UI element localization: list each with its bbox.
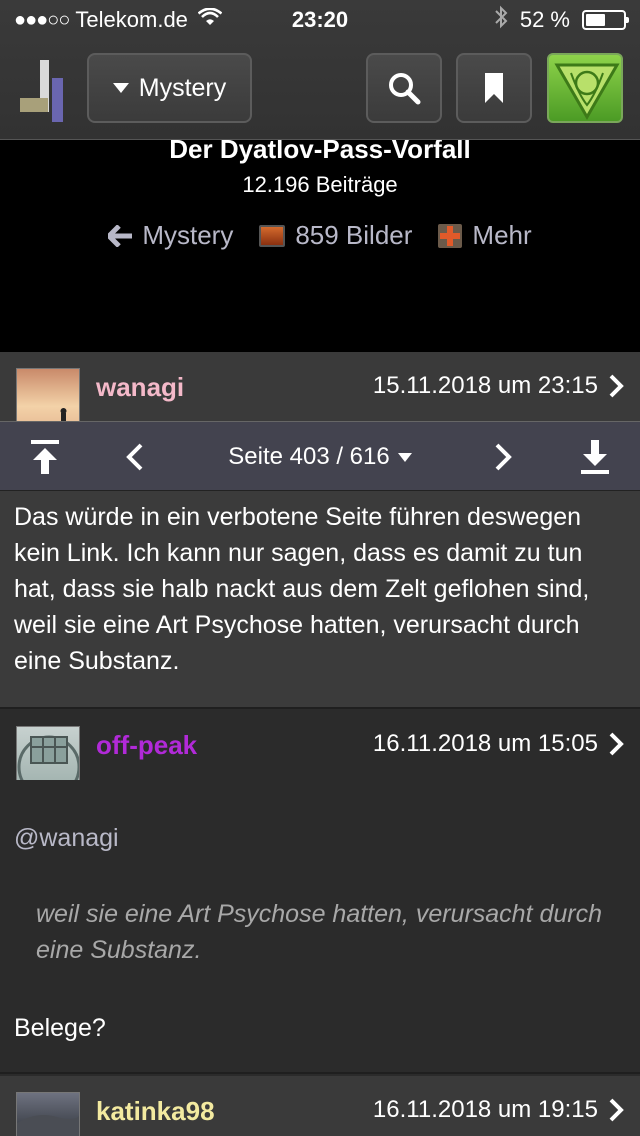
post-date: 16.11.2018 um 15:05 — [372, 730, 598, 757]
pagination-bar: Seite 403 / 616 — [0, 421, 640, 491]
previous-page-button[interactable] — [100, 422, 170, 492]
user-mention-link[interactable]: @wanagi — [14, 820, 119, 856]
arrow-down-to-bottom-icon — [581, 440, 609, 474]
post-header[interactable]: katinka98 16.11.2018 um 19:15 — [0, 1076, 640, 1136]
post-header[interactable]: off-peak 16.11.2018 um 15:05 — [0, 710, 640, 790]
chevron-right-icon[interactable] — [606, 1098, 626, 1122]
chevron-right-icon[interactable] — [606, 732, 626, 756]
bookmark-button[interactable] — [456, 53, 532, 123]
quote-text: weil sie eine Art Psychose hatten, verur… — [36, 900, 603, 964]
chevron-right-icon[interactable] — [606, 374, 626, 398]
post-header[interactable]: wanagi 15.11.2018 um 23:15 — [0, 352, 640, 432]
back-to-forum-link[interactable]: Mystery — [108, 220, 233, 251]
caret-down-icon — [397, 452, 412, 462]
post-date: 16.11.2018 um 19:15 — [372, 1096, 598, 1123]
forum-emblem-icon[interactable] — [547, 53, 623, 123]
next-page-button[interactable] — [468, 422, 538, 492]
plus-icon — [438, 223, 463, 248]
more-link-label: Mehr — [472, 220, 532, 250]
post-text: Belege? — [14, 1014, 106, 1042]
search-button[interactable] — [366, 53, 442, 123]
battery-fill — [586, 14, 605, 26]
carrier-name: Telekom.de — [75, 7, 188, 32]
back-link-label: Mystery — [142, 220, 234, 250]
scroll-top-button[interactable] — [10, 422, 80, 492]
battery-percent: 52 % — [519, 7, 570, 32]
scroll-bottom-button[interactable] — [560, 422, 630, 492]
images-link-label: 859 Bilder — [295, 220, 413, 250]
image-icon — [259, 224, 286, 247]
app-logo-icon[interactable] — [18, 56, 66, 122]
forum-select-label: Mystery — [138, 73, 227, 102]
avatar[interactable] — [16, 1092, 80, 1136]
top-bar: ●●●○○ Telekom.de 23:20 52 % Mystery — [0, 0, 640, 140]
search-icon — [389, 73, 421, 105]
thread-post-count: 12.196 Beiträge — [242, 172, 398, 197]
status-bar: ●●●○○ Telekom.de 23:20 52 % — [0, 0, 640, 40]
post-date: 15.11.2018 um 23:15 — [372, 372, 598, 399]
thread-banner: Der Dyatlov-Pass-Vorfall 12.196 Beiträge… — [0, 120, 640, 352]
bluetooth-icon — [494, 5, 508, 35]
images-link[interactable]: 859 Bilder — [259, 220, 412, 251]
app-header: Mystery — [0, 52, 640, 126]
post-body: Das würde in ein verbotene Seite führen … — [0, 491, 640, 709]
arrow-up-to-top-icon — [31, 440, 59, 474]
signal-strength: ●●●○○ — [14, 8, 70, 31]
thread-links: Mystery 859 Bilder Mehr — [0, 220, 640, 251]
more-link[interactable]: Mehr — [438, 220, 532, 251]
bookmark-icon — [485, 73, 503, 103]
chevron-left-icon — [126, 443, 143, 471]
chevron-right-icon — [495, 443, 512, 471]
page-label: Seite 403 / 616 — [228, 443, 390, 470]
forum-select-button[interactable]: Mystery — [87, 53, 252, 123]
arrow-left-icon — [108, 224, 133, 247]
post-username[interactable]: off-peak — [96, 730, 197, 761]
post-body: @wanagi weil sie eine Art Psychose hatte… — [0, 780, 640, 1074]
caret-down-icon — [112, 83, 129, 93]
post-username[interactable]: katinka98 — [96, 1096, 215, 1127]
wifi-icon — [197, 7, 223, 32]
battery-icon — [582, 10, 629, 30]
post-username[interactable]: wanagi — [96, 372, 184, 403]
page-selector[interactable]: Seite 403 / 616 — [190, 422, 450, 492]
